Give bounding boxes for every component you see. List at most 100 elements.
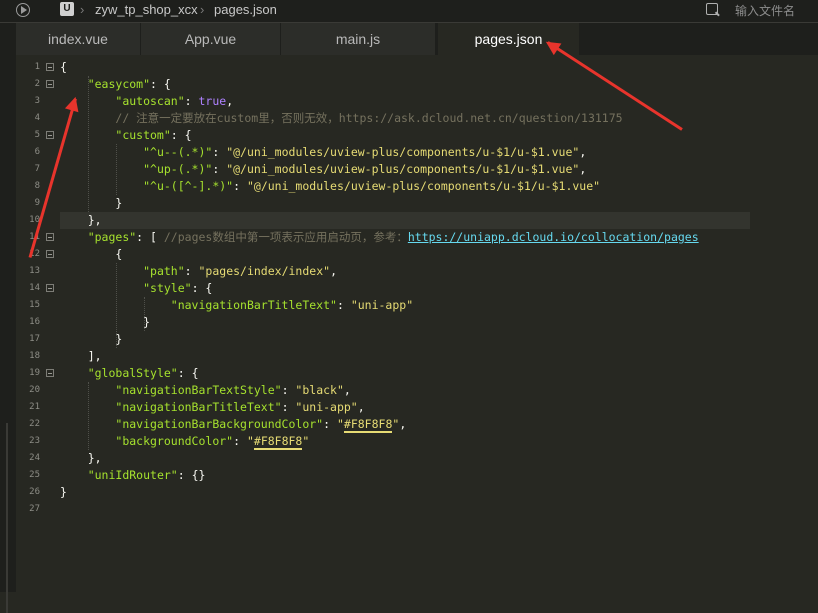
breadcrumb-file[interactable]: pages.json [214,2,277,17]
fold-toggle-icon[interactable] [46,250,54,258]
code-token: , [399,417,407,431]
code-token: : [184,94,199,108]
tab-index-vue[interactable]: index.vue [16,23,141,55]
tab-bar: index.vue App.vue main.js pages.json [16,23,818,55]
code-token: : [281,383,296,397]
code-token: , [343,383,351,397]
fold-toggle-icon[interactable] [46,369,54,377]
line-number: 16 [29,317,40,327]
line-number: 14 [29,283,40,293]
line-number: 10 [29,215,40,225]
line-number-gutter: 1 2 3 4 5 6 7 8 9 10 11 12 13 14 15 16 1… [16,55,56,592]
fold-toggle-icon[interactable] [46,80,54,88]
code-line: "navigationBarTextStyle": "black", [60,382,351,399]
code-string: "@/uni_modules/uview-plus/components/u-$… [226,145,580,159]
code-string: " [336,417,344,431]
tab-app-vue[interactable]: App.vue [141,23,281,55]
line-number: 12 [29,249,40,259]
line-number: 6 [34,147,40,157]
code-line: "path": "pages/index/index", [60,263,337,280]
file-search[interactable]: 输入文件名 [700,0,818,20]
line-number: 27 [29,504,40,514]
scroll-track [6,423,8,613]
code-line: { [60,246,122,263]
code-token: : [233,434,247,448]
code-line: } [60,331,122,348]
line-number: 5 [34,130,40,140]
code-token: : [ [136,230,164,244]
code-token: : [212,162,227,176]
code-key: "navigationBarTextStyle" [115,383,282,397]
code-key: "^up-(.*)" [143,162,213,176]
code-comment: //pages数组中第一项表示应用启动页，参考： [163,230,408,244]
code-string: "pages/index/index" [198,264,331,278]
code-line: { [60,59,67,76]
code-token: , [579,162,587,176]
code-key: "custom" [115,128,171,142]
code-line: "navigationBarTitleText": "uni-app" [60,297,413,314]
code-line: "autoscan": true, [60,93,233,110]
current-line-highlight [60,212,750,229]
code-line: "navigationBarBackgroundColor": "#F8F8F8… [60,416,406,433]
code-boolean: true [198,94,227,108]
line-number: 3 [34,96,40,106]
line-number: 13 [29,266,40,276]
code-token: : [281,400,296,414]
code-line: }, [60,212,102,229]
code-token: } [143,315,151,329]
code-token: : {} [177,468,206,482]
code-token: }, [87,213,102,227]
code-string: " [302,434,310,448]
code-link[interactable]: https://uniapp.dcloud.io/collocation/pag… [408,230,699,244]
fold-toggle-icon[interactable] [46,63,54,71]
line-number: 20 [29,385,40,395]
code-key: "uniIdRouter" [87,468,178,482]
code-token: { [60,60,67,74]
code-string: "black" [295,383,344,397]
color-value: #F8F8F8 [343,417,393,433]
code-token: : { [177,366,199,380]
code-area[interactable]: { "easycom": { "autoscan": true, // 注意一定… [60,55,810,592]
code-line: "navigationBarTitleText": "uni-app", [60,399,365,416]
code-token: : [233,179,247,193]
line-number: 15 [29,300,40,310]
code-key: "navigationBarBackgroundColor" [115,417,324,431]
code-token: : [336,298,351,312]
code-line: "^u--(.*)": "@/uni_modules/uview-plus/co… [60,144,586,161]
fold-toggle-icon[interactable] [46,131,54,139]
code-token: , [357,400,365,414]
code-key: "^u-([^-].*)" [143,179,234,193]
line-number: 21 [29,402,40,412]
code-string: "uni-app" [295,400,358,414]
fold-toggle-icon[interactable] [46,233,54,241]
code-string: "@/uni_modules/uview-plus/components/u-$… [246,179,601,193]
code-key: "globalStyle" [87,366,178,380]
code-token: : { [170,128,192,142]
code-line: "custom": { [60,127,192,144]
code-line: "style": { [60,280,212,297]
code-line: "^u-([^-].*)": "@/uni_modules/uview-plus… [60,178,600,195]
run-icon[interactable] [16,3,30,17]
code-token: : { [191,281,213,295]
line-number: 26 [29,487,40,497]
code-token: { [115,247,123,261]
line-number: 18 [29,351,40,361]
code-line: "uniIdRouter": {} [60,467,206,484]
color-value: #F8F8F8 [253,434,303,450]
fold-toggle-icon[interactable] [46,284,54,292]
line-number: 1 [34,62,40,72]
code-key: "navigationBarTitleText" [115,400,282,414]
search-icon [706,3,718,15]
line-number: 8 [34,181,40,191]
code-token: : { [150,77,171,91]
code-key: "easycom" [87,77,151,91]
code-token: } [60,485,67,499]
code-editor[interactable]: 1 2 3 4 5 6 7 8 9 10 11 12 13 14 15 16 1… [16,55,818,592]
search-placeholder: 输入文件名 [735,4,796,18]
tab-main-js[interactable]: main.js [281,23,436,55]
title-bar: U › zyw_tp_shop_xcx › pages.json 输入文件名 [0,0,818,23]
breadcrumb-project[interactable]: zyw_tp_shop_xcx [95,2,198,17]
code-token: } [115,332,123,346]
code-line: "globalStyle": { [60,365,199,382]
code-key: "style" [143,281,192,295]
